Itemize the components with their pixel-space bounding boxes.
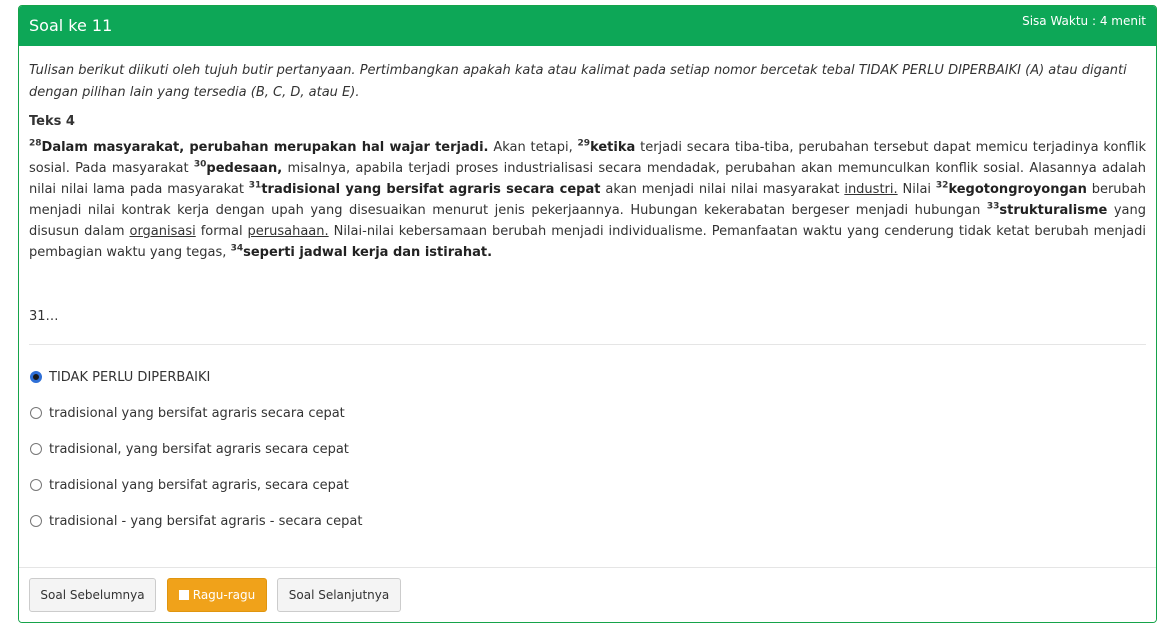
question-body: Tulisan berikut diikuti oleh tujuh butir… [19, 46, 1156, 539]
bold-30: pedesaan, [206, 161, 283, 176]
question-panel: Soal ke 11 Sisa Waktu : 4 menit Tulisan … [18, 5, 1157, 623]
radio-icon[interactable] [30, 479, 42, 491]
radio-icon[interactable] [30, 443, 42, 455]
option-label: tradisional yang bersifat agraris, secar… [49, 477, 349, 493]
bold-33: strukturalisme [999, 203, 1108, 218]
underlined-organisasi: organisasi [129, 224, 196, 239]
passage-text: akan menjadi nilai nilai masyarakat [600, 182, 845, 197]
underlined-industri: industri. [844, 182, 898, 197]
option-label: tradisional yang bersifat agraris secara… [49, 405, 345, 421]
bold-31: tradisional yang bersifat agraris secara… [261, 182, 601, 197]
number-34: 34 [230, 243, 244, 254]
number-28: 28 [29, 138, 42, 149]
option-label: TIDAK PERLU DIPERBAIKI [49, 369, 211, 385]
divider [29, 344, 1146, 345]
option-a[interactable]: TIDAK PERLU DIPERBAIKI [29, 359, 1146, 395]
option-b[interactable]: tradisional yang bersifat agraris secara… [29, 395, 1146, 431]
doubt-label: Ragu-ragu [192, 588, 256, 602]
navigation-footer: Soal Sebelumnya Ragu-ragu Soal Selanjutn… [19, 567, 1156, 622]
option-d[interactable]: tradisional yang bersifat agraris, secar… [29, 467, 1146, 503]
answer-options: TIDAK PERLU DIPERBAIKI tradisional yang … [29, 359, 1146, 539]
previous-question-button[interactable]: Soal Sebelumnya [29, 578, 156, 612]
bold-32: kegotongroyongan [948, 182, 1087, 197]
question-title: Soal ke 11 [29, 16, 113, 35]
bold-29: ketika [590, 140, 636, 155]
next-question-button[interactable]: Soal Selanjutnya [277, 578, 401, 612]
number-31: 31 [248, 180, 262, 191]
number-30: 30 [193, 159, 207, 170]
time-remaining: Sisa Waktu : 4 menit [1022, 14, 1146, 28]
option-e[interactable]: tradisional - yang bersifat agraris - se… [29, 503, 1146, 539]
underlined-perusahaan: perusahaan. [247, 224, 329, 239]
passage-text: Nilai [897, 182, 936, 197]
radio-selected-icon[interactable] [30, 371, 42, 383]
doubt-button[interactable]: Ragu-ragu [167, 578, 267, 612]
bold-28: Dalam masyarakat, perubahan merupakan ha… [41, 140, 489, 155]
radio-icon[interactable] [30, 407, 42, 419]
option-label: tradisional, yang bersifat agraris secar… [49, 441, 349, 457]
bold-34: seperti jadwal kerja dan istirahat. [243, 245, 493, 260]
question-number: 31… [29, 309, 59, 324]
radio-icon[interactable] [30, 515, 42, 527]
option-c[interactable]: tradisional, yang bersifat agraris secar… [29, 431, 1146, 467]
reading-passage: 28Dalam masyarakat, perubahan merupakan … [29, 137, 1146, 263]
passage-text: formal [195, 224, 248, 239]
number-32: 32 [935, 180, 949, 191]
instruction-text: Tulisan berikut diikuti oleh tujuh butir… [29, 63, 1127, 100]
number-29: 29 [577, 138, 591, 149]
text-label: Teks 4 [29, 114, 75, 129]
number-33: 33 [986, 201, 1000, 212]
checkbox-icon [178, 590, 189, 600]
passage-text: Akan tetapi, [488, 140, 578, 155]
option-label: tradisional - yang bersifat agraris - se… [49, 513, 363, 529]
panel-header: Soal ke 11 Sisa Waktu : 4 menit [19, 6, 1156, 46]
